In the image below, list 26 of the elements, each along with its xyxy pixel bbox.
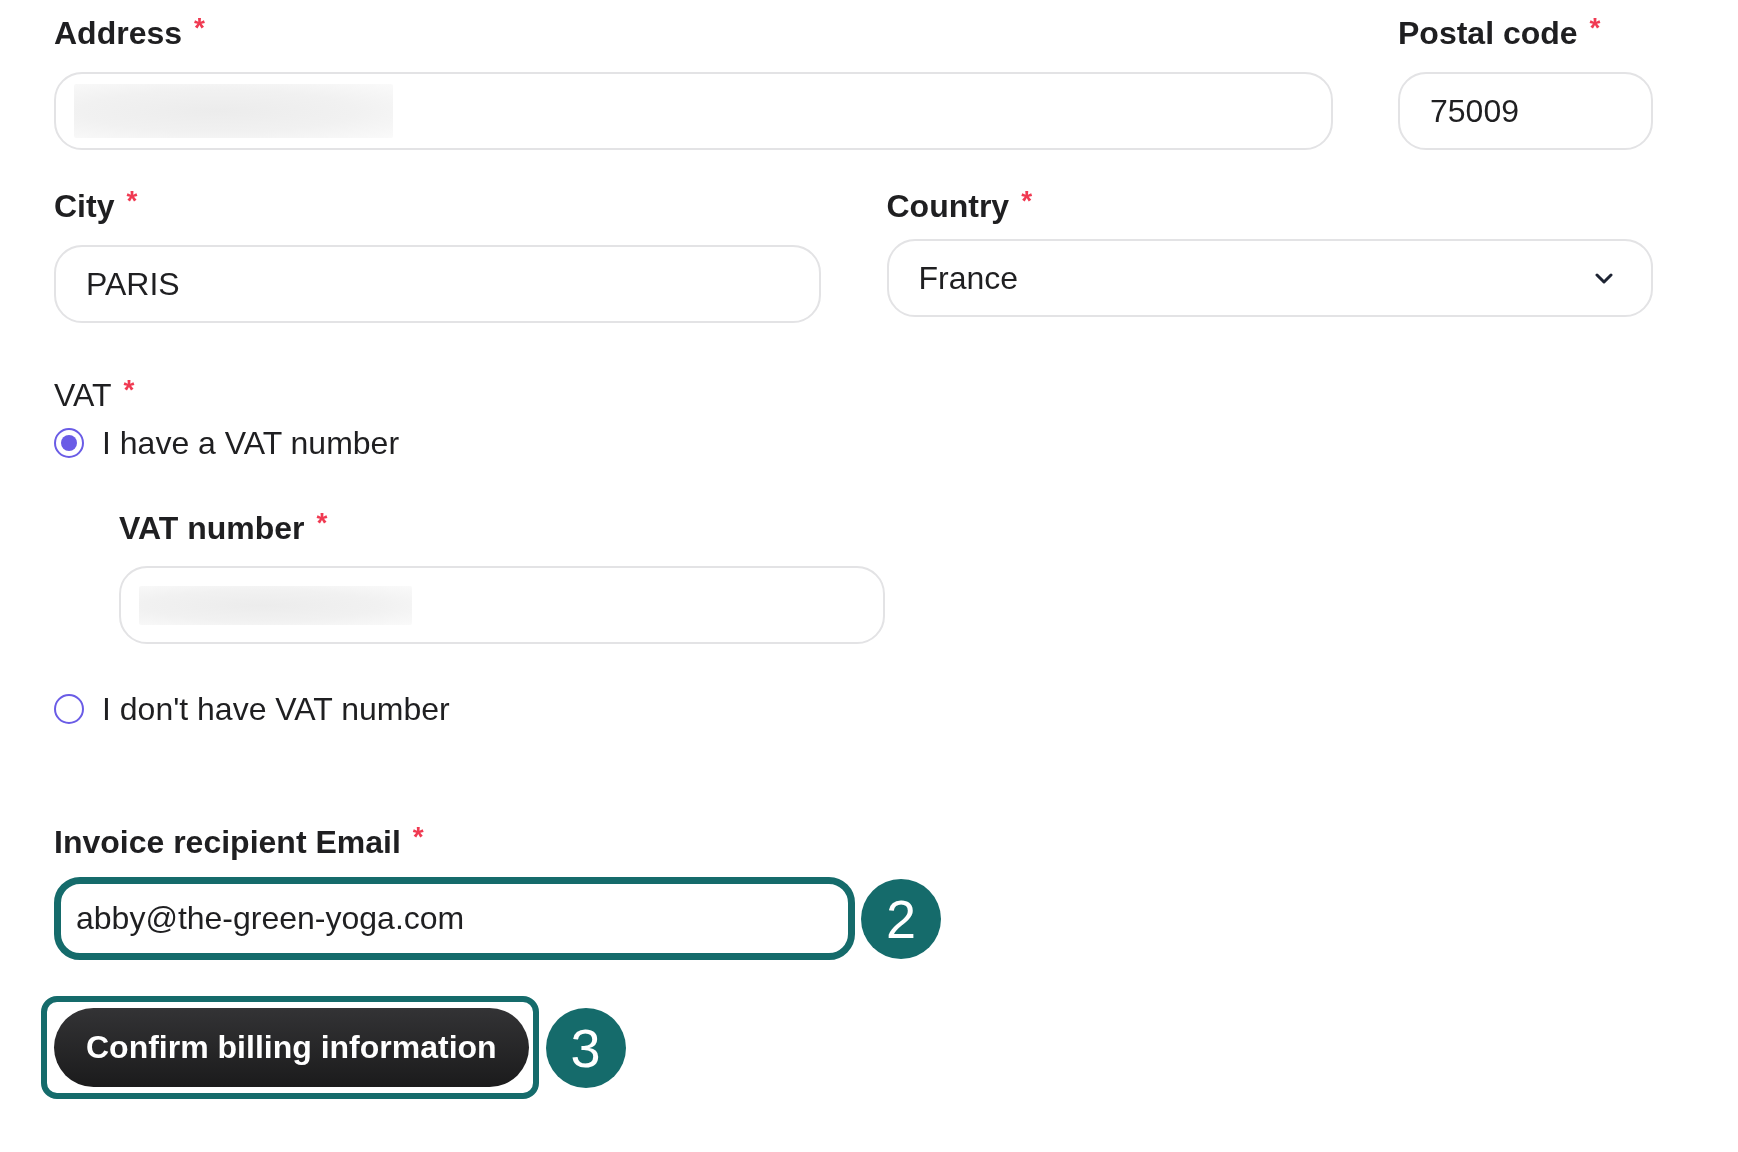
radio-option[interactable]: I don't have VAT number bbox=[54, 689, 450, 729]
field-label: Invoice recipient Email bbox=[54, 823, 401, 862]
required-mark: * bbox=[123, 374, 135, 406]
required-mark: * bbox=[412, 821, 424, 853]
country-select[interactable]: France bbox=[886, 239, 1653, 317]
required-mark: * bbox=[1589, 12, 1601, 44]
required-mark: * bbox=[1021, 185, 1033, 217]
radio-option[interactable]: I have a VAT number bbox=[54, 423, 400, 463]
field-label: VAT bbox=[54, 376, 112, 415]
required-mark: * bbox=[316, 507, 328, 539]
step-number: 3 bbox=[545, 1007, 626, 1088]
input-field[interactable] bbox=[54, 72, 1333, 150]
confirm-button[interactable]: Confirm billing information bbox=[54, 1008, 529, 1087]
input-field[interactable]: PARIS bbox=[54, 245, 821, 323]
field-label: Postal code bbox=[1398, 14, 1578, 53]
field-label: Country bbox=[886, 187, 1010, 226]
field-label: Address bbox=[54, 14, 183, 53]
field-label: City bbox=[54, 187, 115, 226]
chevron-down-icon bbox=[1595, 272, 1613, 284]
required-mark: * bbox=[126, 185, 138, 217]
step-number: 2 bbox=[861, 878, 941, 959]
input-field[interactable] bbox=[119, 566, 885, 644]
required-mark: * bbox=[194, 12, 205, 44]
email-input[interactable]: abby@the-green-yoga.com bbox=[54, 877, 855, 960]
input-field[interactable]: 75009 bbox=[1398, 72, 1653, 150]
field-label: VAT number bbox=[119, 509, 305, 548]
